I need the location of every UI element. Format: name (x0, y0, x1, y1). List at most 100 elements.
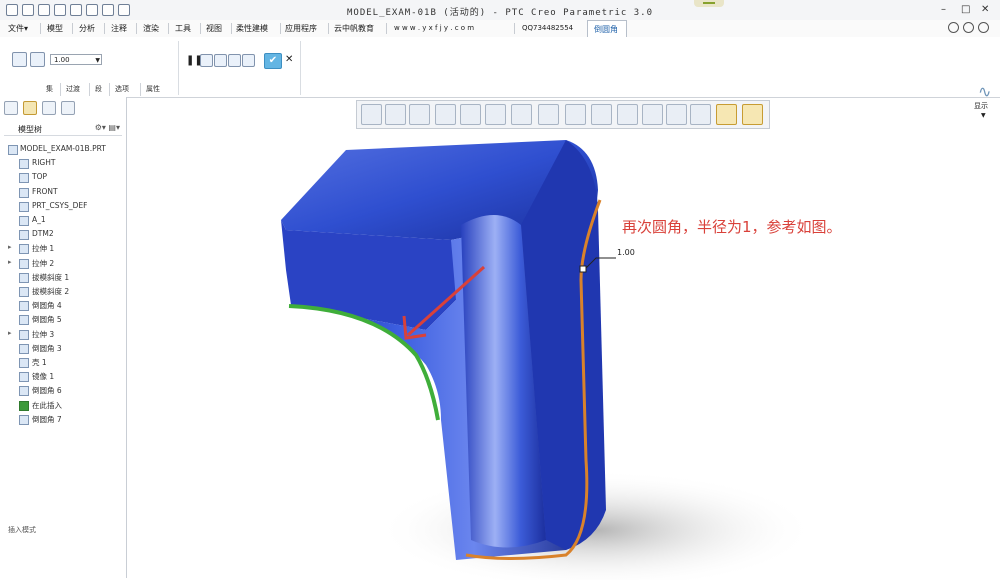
refit-icon[interactable] (361, 104, 382, 125)
shell-icon (19, 358, 29, 368)
view-manager-icon[interactable] (511, 104, 532, 125)
ribbon-subtabs: 集 过渡 段 选项 属性 (0, 83, 170, 96)
favorites-icon[interactable] (42, 101, 56, 115)
zoom-out-icon[interactable] (409, 104, 430, 125)
tree-item[interactable]: ▸ 拉伸 1 (6, 242, 124, 255)
zoom-in-icon[interactable] (385, 104, 406, 125)
confirm-button[interactable]: ✔ (264, 53, 282, 69)
menu-separator (200, 23, 201, 34)
tree-item[interactable]: ▸ 拉伸 3 (6, 328, 124, 341)
menu-applications[interactable]: 应用程序 (285, 23, 317, 34)
help-icon[interactable] (963, 22, 974, 33)
round-set-mode-icon[interactable] (12, 52, 27, 67)
model-tree-tab-icon[interactable] (4, 101, 18, 115)
window-title: MODEL_EXAM-01B (活动的) - PTC Creo Parametr… (347, 8, 653, 18)
csys-display-icon[interactable] (690, 104, 711, 125)
display-style-icon[interactable] (460, 104, 481, 125)
annotation-display-icon[interactable] (565, 104, 586, 125)
tree-item-label: 壳 1 (32, 358, 47, 367)
tree-item[interactable]: 倒圆角 7 (6, 413, 124, 426)
round-icon (19, 315, 29, 326)
folder-browser-icon[interactable] (23, 101, 37, 115)
options-icon[interactable] (978, 22, 989, 33)
round-icon (19, 386, 29, 397)
spin-center-icon[interactable] (716, 104, 737, 125)
radius-dropdown[interactable]: 1.00 ▼ (50, 54, 102, 65)
cancel-button[interactable]: ✕ (285, 54, 293, 65)
tree-item[interactable]: DTM2 (6, 228, 124, 241)
tab-round-active[interactable]: 倒圆角 (587, 20, 627, 38)
annotation-toggle-icon[interactable] (742, 104, 763, 125)
back-arrow-icon[interactable] (61, 101, 75, 115)
glasses-preview-icon[interactable] (242, 54, 255, 67)
round-transition-mode-icon[interactable] (30, 52, 45, 67)
menu-analysis[interactable]: 分析 (79, 23, 95, 34)
tree-item[interactable]: 倒圆角 5 (6, 313, 124, 326)
expand-arrow-icon[interactable]: ▸ (8, 258, 12, 266)
preview-icon[interactable] (214, 54, 227, 67)
tree-item[interactable]: 壳 1 (6, 356, 124, 369)
axis-display-icon[interactable] (642, 104, 663, 125)
glasses-icon[interactable]: ∿ (978, 82, 991, 101)
tree-item[interactable]: 倒圆角 3 (6, 342, 124, 355)
subtab-options[interactable]: 选项 (115, 84, 129, 94)
menu-annotate[interactable]: 注释 (111, 23, 127, 34)
round-icon (19, 414, 29, 425)
datum-axis-display-icon[interactable] (591, 104, 612, 125)
menu-render[interactable]: 渲染 (143, 23, 159, 34)
menu-separator (72, 23, 73, 34)
tree-item[interactable]: PRT_CSYS_DEF (6, 200, 124, 213)
tree-item[interactable]: 在此插入 (6, 399, 124, 412)
search-icon[interactable] (948, 22, 959, 33)
menu-separator (168, 23, 169, 34)
maximize-button[interactable]: □ (961, 4, 970, 15)
repaint-icon[interactable] (435, 104, 456, 125)
menu-separator (40, 23, 41, 34)
model-viewport[interactable] (126, 130, 1000, 580)
tree-item[interactable]: FRONT (6, 186, 124, 199)
menu-view[interactable]: 视图 (206, 23, 222, 34)
perspective-icon[interactable] (538, 104, 559, 125)
radius-dimension-label[interactable]: 1.00 (617, 248, 635, 257)
tree-item-label: 倒圆角 4 (32, 301, 62, 311)
tree-item[interactable]: 倒圆角 6 (6, 384, 124, 397)
tree-item-label: 倒圆角 7 (32, 414, 62, 424)
csys-icon (19, 201, 29, 212)
subtab-properties[interactable]: 属性 (146, 84, 160, 94)
no-preview-icon[interactable] (200, 54, 213, 67)
saved-orientations-icon[interactable] (485, 104, 506, 125)
tree-item[interactable]: TOP (6, 171, 124, 184)
model-tree-title: 模型树 (18, 125, 42, 134)
subtab-set[interactable]: 集 (46, 84, 53, 94)
status-indicator-icon (694, 0, 724, 7)
tree-settings-icon[interactable]: ⚙▾ ▤▾ (95, 123, 120, 132)
expand-arrow-icon[interactable]: ▸ (8, 329, 12, 337)
minimize-button[interactable]: – (941, 4, 946, 15)
tree-item[interactable]: 拔模斜度 1 (6, 271, 124, 284)
tree-item[interactable]: ▸ 拉伸 2 (6, 257, 124, 270)
tree-item[interactable]: MODEL_EXAM-01B.PRT (6, 143, 124, 156)
verify-icon[interactable] (228, 54, 241, 67)
subtab-segment[interactable]: 段 (95, 84, 102, 94)
tree-item[interactable]: 拔模斜度 2 (6, 285, 124, 298)
menu-file[interactable]: 文件▾ (8, 23, 28, 34)
datum-plane-display-icon[interactable] (617, 104, 638, 125)
menu-flexible-modeling[interactable]: 柔性建模 (236, 23, 268, 34)
tree-item[interactable]: 倒圆角 4 (6, 299, 124, 312)
panel-tabs (4, 101, 75, 115)
menu-qq[interactable]: QQ734482554 (522, 24, 573, 32)
menu-custom-edu[interactable]: 云中帆教育 (334, 23, 374, 34)
subtab-transition[interactable]: 过渡 (66, 84, 80, 94)
tree-item[interactable]: 镜像 1 (6, 370, 124, 383)
chevron-down-icon[interactable]: ▼ (981, 112, 986, 119)
point-display-icon[interactable] (666, 104, 687, 125)
tree-item[interactable]: A_1 (6, 214, 124, 227)
dimension-handle-icon[interactable] (579, 265, 587, 273)
close-button[interactable]: ✕ (981, 4, 989, 15)
menu-website[interactable]: w w w . y x f j y . c o m (394, 24, 474, 32)
expand-arrow-icon[interactable]: ▸ (8, 243, 12, 251)
menu-model[interactable]: 模型 (47, 23, 63, 34)
menu-tools[interactable]: 工具 (175, 23, 191, 34)
subtab-divider (109, 83, 110, 96)
tree-item[interactable]: RIGHT (6, 157, 124, 170)
